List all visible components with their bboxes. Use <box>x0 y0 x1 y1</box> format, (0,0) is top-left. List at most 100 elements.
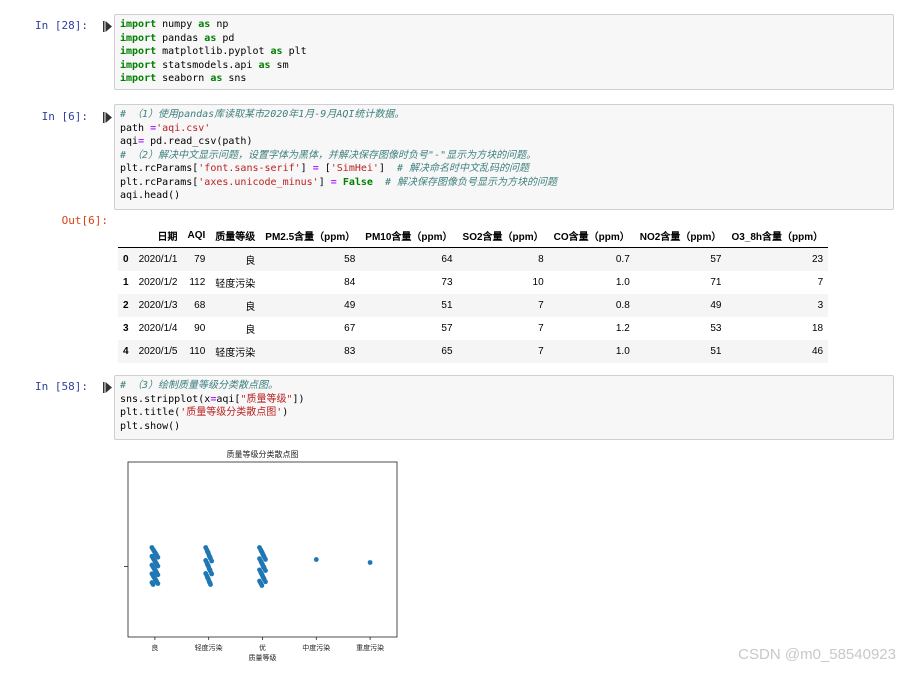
code-line: # （1）使用pandas库读取某市2020年1月-9月AQI统计数据。 <box>120 108 888 122</box>
table-header-cell: O3_8h含量（ppm） <box>726 224 829 248</box>
code-token: '质量等级分类散点图' <box>180 407 283 418</box>
code-token: aqi <box>120 136 139 147</box>
code-token: as <box>258 59 271 71</box>
run-cell-icon[interactable] <box>103 112 112 123</box>
data-point <box>208 582 213 587</box>
table-cell: 57 <box>441 323 453 334</box>
table-cell: 23 <box>812 254 824 265</box>
table-header-cell: 质量等级 <box>210 224 261 248</box>
table-cell: 7 <box>538 300 544 311</box>
code-token: # （2）解决中文显示问题，设置字体为黑体，并解决保存图像时负号"-"显示为方块… <box>120 149 537 161</box>
code-token: as <box>210 73 223 84</box>
table-cell: 112 <box>189 277 206 288</box>
code-line: path ='aqi.csv' <box>120 122 888 136</box>
code-token: numpy <box>156 19 199 30</box>
code-line: import pandas as pd <box>120 32 888 46</box>
chart-title: 质量等级分类散点图 <box>227 449 299 459</box>
table-header-cell <box>118 224 134 248</box>
run-cell-icon[interactable] <box>103 21 112 32</box>
code-token: as <box>204 32 217 44</box>
code-token: plt <box>282 46 307 57</box>
table-header-cell: AQI <box>182 224 211 248</box>
code-cell[interactable]: # （1）使用pandas库读取某市2020年1月-9月AQI统计数据。 path… <box>114 104 894 210</box>
table-cell: 67 <box>344 323 356 334</box>
table-cell: 64 <box>441 254 453 265</box>
table-cell: 90 <box>194 323 206 334</box>
code-token: import <box>120 59 157 71</box>
table-cell: 73 <box>441 277 453 288</box>
table-cell: 57 <box>710 254 722 265</box>
code-token: # 解决命名时中文乱码的问题 <box>397 163 530 174</box>
table-cell: 71 <box>710 277 722 288</box>
code-token: 'axes.unicode_minus' <box>198 176 319 188</box>
table-cell: 18 <box>812 323 824 334</box>
row-index: 0 <box>123 254 129 265</box>
table-header-cell: 日期 <box>133 224 183 248</box>
table-row: 3 2020/1/4 90 良 67 57 7 1.2 53 18 <box>118 317 828 340</box>
code-token: plt.show() <box>120 420 181 432</box>
table-cell: 51 <box>710 346 722 357</box>
code-token: plt.rcParams[ <box>120 176 199 188</box>
table-cell: 7 <box>538 323 544 334</box>
code-line: import seaborn as sns <box>120 72 888 86</box>
code-token: False <box>342 176 373 188</box>
data-point <box>263 557 268 562</box>
code-cell[interactable]: import numpy as np import pandas as pd imp… <box>114 14 894 90</box>
code-line: # （3）绘制质量等级分类散点图。 <box>120 379 888 393</box>
code-token: path <box>120 122 151 134</box>
table-cell: 2020/1/2 <box>138 277 178 288</box>
code-token: np <box>210 19 229 30</box>
code-token: aqi[ <box>216 393 241 405</box>
table-cell: 轻度污染 <box>215 279 256 290</box>
code-token: [ <box>318 163 331 174</box>
table-row: 0 2020/1/1 79 良 58 64 8 0.7 57 23 <box>118 247 829 271</box>
x-tick-label: 良 <box>151 643 158 652</box>
code-token: ]) <box>292 393 305 405</box>
code-token: ) <box>282 407 289 418</box>
code-token: ] <box>378 163 397 174</box>
table-cell: 51 <box>441 300 453 311</box>
table-cell: 49 <box>710 300 722 311</box>
code-line: # （2）解决中文显示问题，设置字体为黑体，并解决保存图像时负号"-"显示为方块… <box>120 149 888 163</box>
code-cell[interactable]: # （3）绘制质量等级分类散点图。 sns.stripplot(x=aqi["质量… <box>114 375 894 440</box>
table-cell: 7 <box>538 346 544 357</box>
data-point <box>263 579 268 585</box>
code-token: # （1）使用pandas库读取某市2020年1月-9月AQI统计数据。 <box>120 109 405 120</box>
table-row: 1 2020/1/2 112 轻度污染 84 73 10 1.0 71 7 <box>118 271 828 294</box>
code-token: 'aqi.csv' <box>156 122 211 134</box>
x-tick-label: 轻度污染 <box>195 643 223 652</box>
data-point <box>155 581 161 586</box>
code-token: ] <box>318 176 331 188</box>
row-index: 3 <box>123 323 129 334</box>
table-cell: 2020/1/1 <box>138 254 178 265</box>
strip-plot-chart: 质量等级分类散点图良 轻度污染 优 中度污染 重度污染质量等级 <box>124 449 398 662</box>
code-line: plt.rcParams['font.sans-serif'] = ['SimH… <box>120 162 888 176</box>
code-token: "质量等级" <box>240 393 293 405</box>
code-token: aqi.head() <box>120 190 181 201</box>
table-cell: 1.0 <box>615 346 630 357</box>
data-point <box>150 582 156 587</box>
table-cell: 79 <box>194 254 206 265</box>
table-cell: 0.7 <box>615 254 630 265</box>
code-line: plt.show() <box>120 420 888 434</box>
data-point <box>263 568 268 574</box>
table-row: 2 2020/1/3 68 良 49 51 7 0.8 49 3 <box>118 294 829 317</box>
table-cell: 68 <box>194 300 206 311</box>
table-row: 4 2020/1/5 110 轻度污染 83 65 7 1.0 51 46 <box>118 340 829 363</box>
table-cell: 良 <box>245 325 256 336</box>
code-line: import statsmodels.api as sm <box>120 59 888 73</box>
table-cell: 0.8 <box>615 300 630 311</box>
code-line: import matplotlib.pyplot as plt <box>120 45 888 59</box>
code-token: as <box>198 19 211 30</box>
code-line: sns.stripplot(x=aqi["质量等级"]) <box>120 393 888 407</box>
code-line: aqi= pd.read_csv(path) <box>120 135 888 149</box>
code-token: as <box>270 46 283 57</box>
table-cell: 58 <box>344 254 356 265</box>
data-point <box>367 560 373 565</box>
code-token: 'SimHei' <box>330 163 379 174</box>
table-header-cell: SO2含量（ppm） <box>457 224 549 248</box>
code-token: matplotlib.pyplot <box>156 46 271 57</box>
run-cell-icon[interactable] <box>103 382 112 393</box>
data-point <box>209 571 215 577</box>
